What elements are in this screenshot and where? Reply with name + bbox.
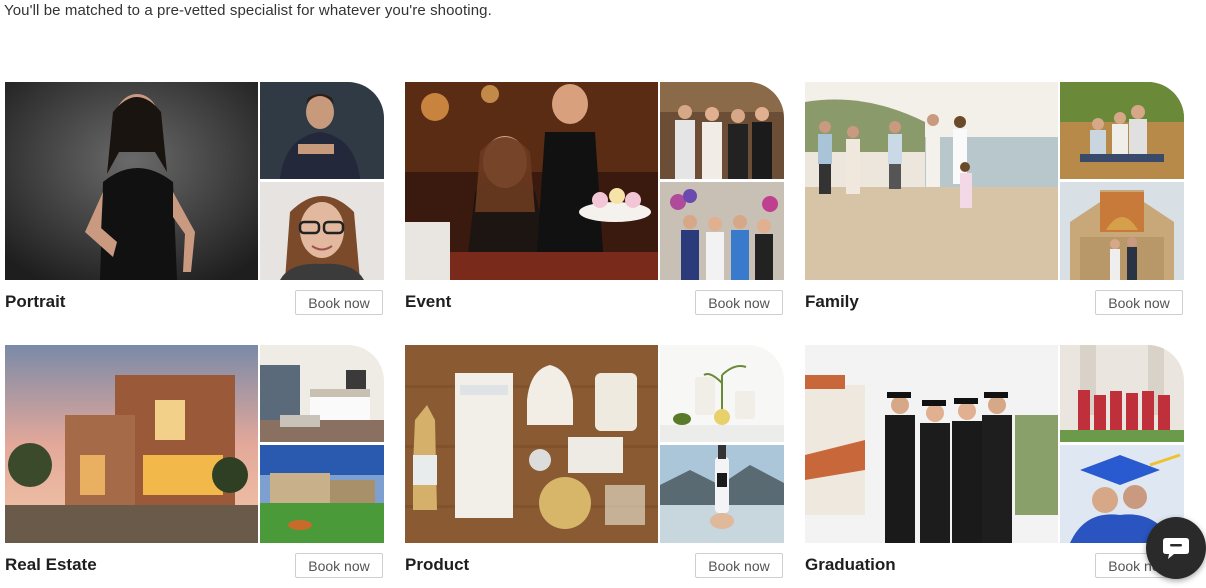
book-now-button[interactable]: Book now [695,290,783,315]
category-card-graduation[interactable]: Graduation Book now [805,345,1185,581]
photo-grid [405,82,785,281]
category-label: Family [805,292,859,311]
event-photo-2[interactable] [660,82,784,179]
event-photo-3[interactable] [660,182,784,280]
photo-grid [5,82,385,281]
category-card-portrait[interactable]: Portrait Book now [5,82,385,318]
event-main-photo[interactable] [405,82,658,280]
graduation-main-photo[interactable] [805,345,1058,543]
family-photo-2[interactable] [1060,82,1184,179]
product-main-photo[interactable] [405,345,658,543]
family-photo-3[interactable] [1060,182,1184,280]
photo-grid [405,345,785,544]
photo-grid [5,345,385,544]
book-now-button[interactable]: Book now [695,553,783,578]
category-card-event[interactable]: Event Book now [405,82,785,318]
category-card-product[interactable]: Product Book now [405,345,785,581]
portrait-photo-3[interactable] [260,182,384,280]
chat-bubble-icon [1163,538,1189,559]
category-label: Graduation [805,555,896,574]
book-now-button[interactable]: Book now [295,553,383,578]
real-estate-main-photo[interactable] [5,345,258,543]
real-estate-photo-2[interactable] [260,345,384,442]
category-label: Portrait [5,292,66,311]
real-estate-photo-3[interactable] [260,445,384,543]
category-label: Event [405,292,452,311]
portrait-main-photo[interactable] [5,82,258,280]
chat-launcher-button[interactable] [1146,517,1206,579]
portrait-photo-2[interactable] [260,82,384,179]
photo-grid [805,345,1185,544]
category-label: Product [405,555,470,574]
product-photo-3[interactable] [660,445,784,543]
book-now-button[interactable]: Book now [1095,290,1183,315]
family-main-photo[interactable] [805,82,1058,280]
graduation-photo-2[interactable] [1060,345,1184,442]
category-card-real-estate[interactable]: Real Estate Book now [5,345,385,581]
category-label: Real Estate [5,555,97,574]
photo-grid [805,82,1185,281]
intro-text: You'll be matched to a pre-vetted specia… [4,2,492,19]
category-card-family[interactable]: Family Book now [805,82,1185,318]
product-photo-2[interactable] [660,345,784,442]
book-now-button[interactable]: Book now [295,290,383,315]
